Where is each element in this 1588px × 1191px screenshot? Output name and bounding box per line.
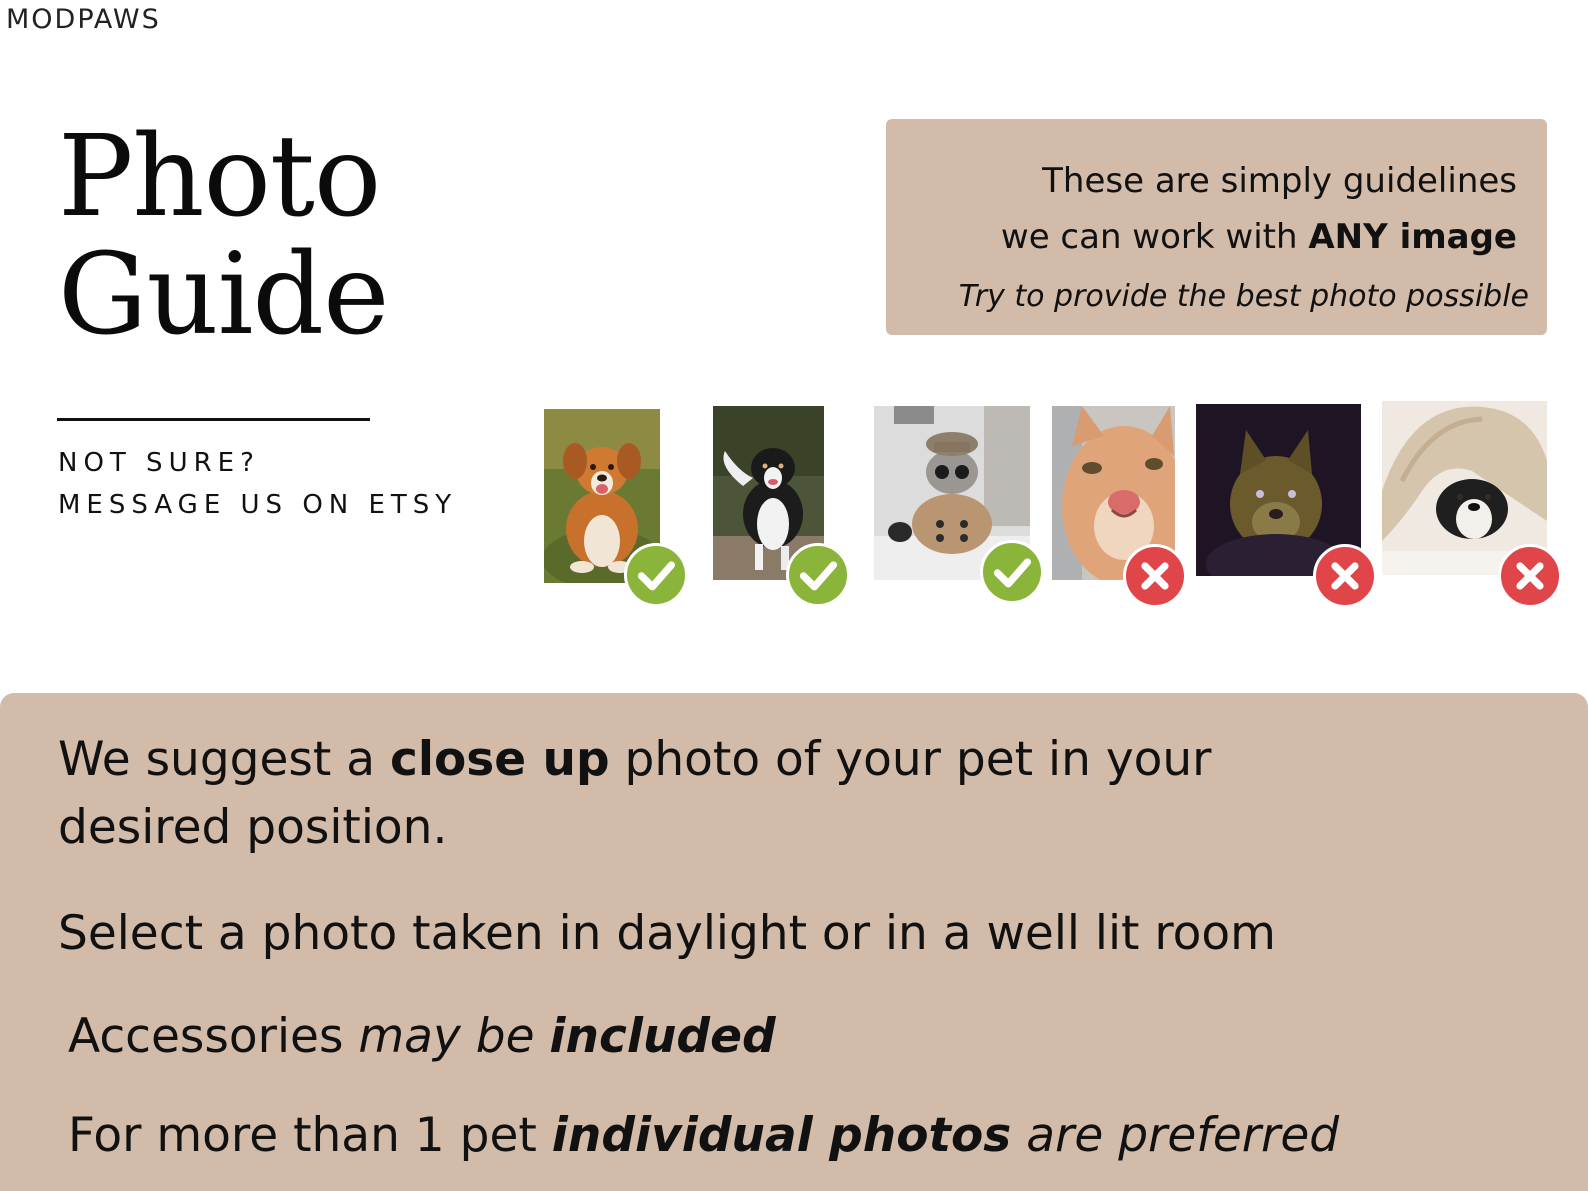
divider: [57, 418, 370, 421]
note-line-2: we can work with ANY image: [916, 209, 1517, 265]
tip-1-text-a: We suggest a: [58, 732, 391, 787]
brand-logo: MODPAWS: [6, 4, 161, 35]
check-icon: [786, 543, 850, 607]
page-title: Photo Guide: [58, 112, 389, 360]
note-line-1: These are simply guidelines: [1042, 161, 1517, 201]
tip-3-italic: may be: [358, 1009, 550, 1064]
tip-accessories: Accessories may be included: [68, 1003, 776, 1071]
check-icon: [624, 543, 688, 607]
contact-prompt[interactable]: NOT SURE? MESSAGE US ON ETSY: [58, 442, 457, 526]
tip-multiple-pets: For more than 1 pet individual photos ar…: [68, 1102, 1339, 1170]
tip-close-up: We suggest a close up photo of your pet …: [58, 726, 1258, 862]
tip-3-emphasis: included: [549, 1009, 776, 1064]
tip-daylight: Select a photo taken in daylight or in a…: [58, 906, 1276, 961]
tip-3-text-a: Accessories: [68, 1009, 359, 1064]
contact-line-2: MESSAGE US ON ETSY: [58, 490, 458, 520]
note-line-2-emphasis: ANY image: [1308, 217, 1517, 257]
guidelines-note: These are simply guidelines we can work …: [886, 119, 1547, 335]
title-line-2: Guide: [58, 230, 389, 360]
note-line-2-text: we can work with: [1000, 217, 1309, 257]
cross-icon: [1123, 544, 1187, 608]
cross-icon: [1498, 544, 1562, 608]
cross-icon: [1313, 544, 1377, 608]
title-line-1: Photo: [58, 112, 381, 242]
tip-4-emphasis: individual photos: [551, 1108, 1012, 1163]
tip-4-text-a: For more than 1 pet: [68, 1108, 552, 1163]
check-icon: [980, 540, 1044, 604]
tip-1-emphasis: close up: [390, 732, 610, 787]
note-line-3: Try to provide the best photo possible: [958, 279, 1529, 314]
contact-line-1: NOT SURE?: [58, 448, 260, 478]
tip-4-italic: are preferred: [1011, 1108, 1340, 1163]
